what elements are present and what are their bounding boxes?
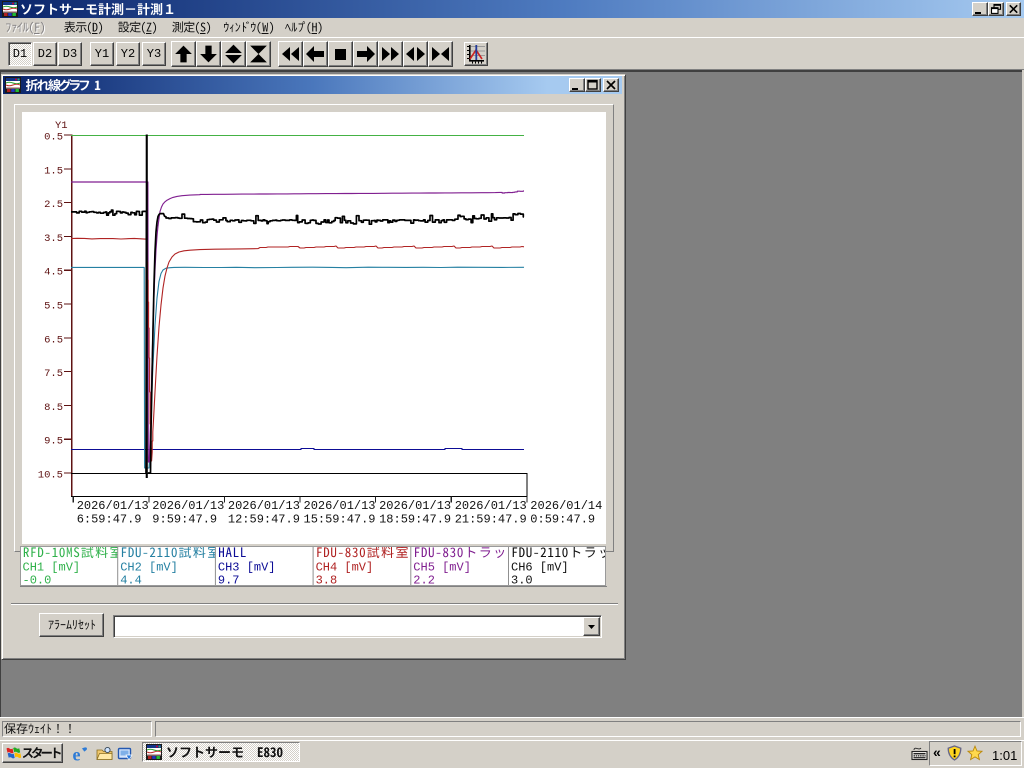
- svg-text:CH1 [mV]: CH1 [mV]: [23, 561, 81, 575]
- svg-text:4.5: 4.5: [44, 267, 63, 279]
- svg-text:CH4 [mV]: CH4 [mV]: [316, 561, 374, 575]
- svg-text:6:59:47.9: 6:59:47.9: [77, 513, 142, 527]
- svg-text:3.5: 3.5: [44, 233, 63, 245]
- svg-text:21:59:47.9: 21:59:47.9: [455, 513, 527, 527]
- svg-text:12:59:47.9: 12:59:47.9: [228, 513, 300, 527]
- svg-text:CH3 [mV]: CH3 [mV]: [218, 561, 276, 575]
- svg-text:2026/01/14: 2026/01/14: [530, 499, 602, 513]
- svg-text:2026/01/13: 2026/01/13: [379, 499, 451, 513]
- svg-text:7.5: 7.5: [44, 368, 63, 380]
- svg-text:9.7: 9.7: [218, 574, 240, 587]
- svg-text:3.0: 3.0: [511, 574, 533, 587]
- svg-text:15:59:47.9: 15:59:47.9: [304, 513, 376, 527]
- svg-text:3.8: 3.8: [316, 574, 338, 587]
- svg-text:5.5: 5.5: [44, 301, 63, 313]
- svg-text:-0.0: -0.0: [23, 574, 52, 587]
- svg-text:Y1: Y1: [55, 120, 68, 132]
- svg-text:0.5: 0.5: [44, 132, 63, 144]
- svg-text:2.2: 2.2: [413, 574, 435, 587]
- svg-text:10.5: 10.5: [38, 470, 63, 482]
- svg-text:CH5 [mV]: CH5 [mV]: [413, 561, 471, 575]
- svg-text:2026/01/13: 2026/01/13: [152, 499, 224, 513]
- svg-text:18:59:47.9: 18:59:47.9: [379, 513, 451, 527]
- svg-text:0:59:47.9: 0:59:47.9: [530, 513, 595, 527]
- svg-text:2026/01/13: 2026/01/13: [77, 499, 149, 513]
- svg-text:CH2 [mV]: CH2 [mV]: [120, 561, 178, 575]
- svg-text:2026/01/13: 2026/01/13: [228, 499, 300, 513]
- svg-text:6.5: 6.5: [44, 334, 63, 346]
- svg-text:CH6 [mV]: CH6 [mV]: [511, 561, 569, 575]
- svg-text:2.5: 2.5: [44, 199, 63, 211]
- svg-text:e: e: [73, 746, 81, 762]
- svg-text:9.5: 9.5: [44, 436, 63, 448]
- svg-text:1.5: 1.5: [44, 165, 63, 177]
- svg-text:4.4: 4.4: [120, 574, 142, 587]
- svg-text:8.5: 8.5: [44, 402, 63, 414]
- svg-text:2026/01/13: 2026/01/13: [304, 499, 376, 513]
- svg-text:9:59:47.9: 9:59:47.9: [152, 513, 217, 527]
- svg-text:2026/01/13: 2026/01/13: [455, 499, 527, 513]
